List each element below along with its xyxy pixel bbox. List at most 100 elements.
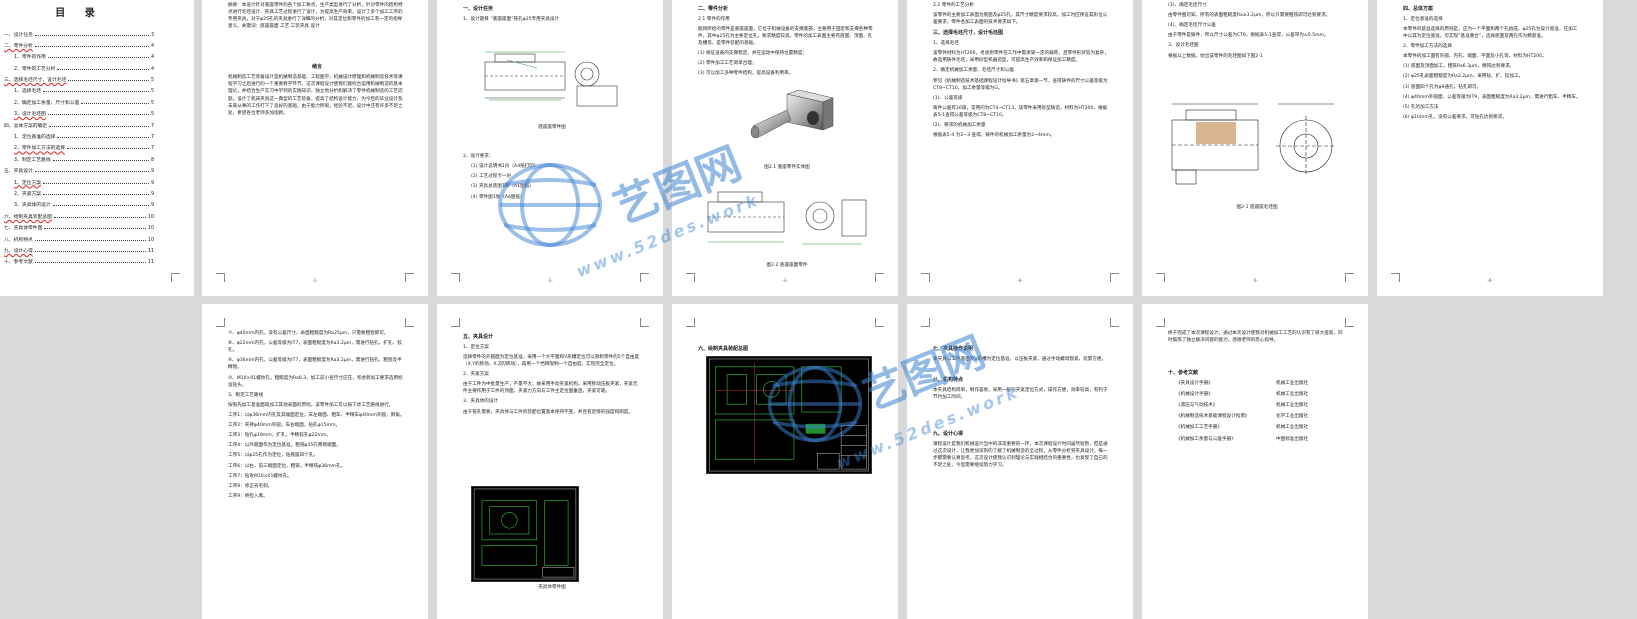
toc-entry[interactable]: 1、定位基准的选择 7 <box>4 134 154 145</box>
method-item: ⑦、φ40mm内孔，没有公差尺寸，表面粗糙度为Ra25μm，只需要粗镗即可。 <box>228 331 389 336</box>
task-subline: 1、设计题目 “底座座面”铣孔φ25专用夹具设计 <box>463 16 560 22</box>
toc-leader-dots <box>52 205 149 207</box>
reference-item: 《机械加工余量与公差手册》 中国标准出版社 <box>1168 436 1346 443</box>
reference-title: 《夹具设计手册》 <box>1176 380 1213 386</box>
page-number: -3- <box>782 277 788 283</box>
doc-page-analysis: 二、零件分析 2.1 零件的作用 题目所给的零件是底座座面，它位于机械设备的支撑… <box>672 0 898 296</box>
toc-entry[interactable]: 3、制定工艺路线 8 <box>4 157 154 168</box>
toc-entry[interactable]: 2、零件的工艺分析 4 <box>4 66 154 77</box>
toc-entry[interactable]: 3、设计毛坯图 5 <box>4 111 154 122</box>
toc-entry-label: 七、夹具体零件图 <box>4 226 43 232</box>
toc-entry-page: 9 <box>150 191 154 197</box>
toc-page: 目 录 一、设计任务 3 二、零件分析 4 1、零件的作用 4 2、零件的工艺分析 4 三、选择… <box>0 0 194 296</box>
method-item: (6) φ10mm孔，没有公差要求，可钻孔达到要求。 <box>1403 114 1507 120</box>
page-number: -6- <box>1487 277 1493 283</box>
body-text: 参见《机械制造技术基础课程设计指导书》第五章第一节，查得铸件的尺寸公差等级为CT… <box>933 78 1108 91</box>
doc-page-blank-drawing: (3)、确定毛坯尺寸 由零件图可知，所有的表面粗糙度Ra≥3.2μm，所以只需要… <box>1142 0 1368 296</box>
toc-entry[interactable]: 五、夹具设计 9 <box>4 168 154 179</box>
method-item: (5) 孔的加工方法 <box>1403 104 1439 110</box>
method-item: ⑨、φ36mm内孔，公差等级为IT7，表面粗糙度为Ra3.2μm，需进行钻孔、粗… <box>228 358 402 371</box>
process-step: 工序9：终检入库。 <box>228 493 268 499</box>
toc-entry[interactable]: 三、选择毛坯尺寸，设计毛坯 5 <box>4 77 154 88</box>
subsection-heading: 3、夹具体的设计 <box>463 399 499 405</box>
figure-caption: 底座座零件图 <box>538 125 566 130</box>
toc-leader-dots <box>53 216 146 218</box>
toc-entry-page: 4 <box>150 55 154 61</box>
toc-entry-label: 三、选择毛坯尺寸，设计毛坯 <box>4 78 67 84</box>
method-item: (1) 底面及顶面加工，粗铣Ra6.3μm，精铣达到要求。 <box>1403 64 1515 70</box>
toc-entry[interactable]: 二、零件分析 4 <box>4 43 154 54</box>
reference-publisher: 机械工业出版社 <box>1276 403 1309 409</box>
body-text: 本零件的加工面有外圆、内孔、端面、平面及小孔等，材料为HT200。 <box>1403 54 1547 60</box>
toc-leader-dots <box>43 91 149 93</box>
section-heading: 三、选择毛坯尺寸，设计毛坯图 <box>933 30 1004 37</box>
toc-entry[interactable]: 一、设计任务 3 <box>4 32 154 43</box>
reference-publisher: 机械工业出版社 <box>1276 380 1309 386</box>
toc-entry-page: 10 <box>147 214 154 220</box>
toc-entry[interactable]: 九、设计心得 11 <box>4 248 154 259</box>
body-text: 本零件的基准选择的原则是，应为一个平面和两个孔组成，φ25孔为设计基准，在加工中… <box>1403 26 1578 39</box>
subsection-heading: (3)、确定毛坯尺寸 <box>1168 3 1207 8</box>
toc-entry-label: 1、定位基准的选择 <box>14 135 56 141</box>
reference-item: 《液压与气动技术》 机械工业出版社 <box>1168 402 1346 409</box>
process-step: 工序4：以外圆面作为定位基准，粗铣φ25孔两侧端面。 <box>228 443 341 449</box>
subsection-heading: 1、定位方案 <box>463 344 489 350</box>
fixture-body-cad-drawing <box>471 486 579 582</box>
toc-leader-dots <box>34 171 149 173</box>
subsection-heading: 2.1 零件的作用 <box>698 16 730 22</box>
reference-title: 《机械加工工艺手册》 <box>1176 425 1222 431</box>
toc-entry-label: 二、零件分析 <box>4 43 33 49</box>
body-text: 根据以上数据，绘出该零件的毛坯图如下图2-1 <box>1168 53 1263 59</box>
function-list: (1) 保证设备的支撑稳定，并在运动中保持位置精度； (2) 零件加工工艺简单合理… <box>698 50 876 77</box>
toc-entry[interactable]: 1、定位方案 9 <box>4 180 154 191</box>
reference-item: 《机械设计手册》 机械工业出版社 <box>1168 391 1346 398</box>
method-list: ⑦、φ40mm内孔，没有公差尺寸，表面粗糙度为Ra25μm，只需要粗镗即可。 ⑧、… <box>228 330 406 389</box>
process-step: 工序5：以φ25孔作为定位，钻底座四个孔。 <box>228 453 318 459</box>
toc-entry[interactable]: 十、参考文献 11 <box>4 259 154 270</box>
toc-entry[interactable]: 六、绘制夹具装配总图 10 <box>4 214 154 225</box>
toc-entry-page: 5 <box>150 112 154 118</box>
process-step: 工序6：以右，前三端面定位，粗铣，半精铣φ36mm孔。 <box>228 463 346 469</box>
function-item: (2) 零件加工工艺简单合理； <box>698 61 757 67</box>
subsection-heading: 3、制定工艺路线 <box>228 392 264 398</box>
body-text: 铸件公差有16级，常用的为CT4~CT13，该零件采用砂型铸造，材料为HT200… <box>933 105 1108 118</box>
method-item: (4) φ40mm外圆面，公差等级为IT9，表面粗糙度为Ra3.2μm，需进行粗… <box>1403 94 1581 100</box>
toc-entry-label: 3、制定工艺路线 <box>14 157 51 163</box>
process-step: 工序7：钻攻M10×01螺纹孔。 <box>228 473 292 479</box>
toc-entry-label: 3、夹具体的设计 <box>14 203 51 209</box>
toc-entry[interactable]: 2、零件加工方法的选择 7 <box>4 145 154 156</box>
section-heading: 八、机构特点 <box>933 376 964 383</box>
toc-entry[interactable]: 2、确定加工余量、尺寸和公差 5 <box>4 100 154 111</box>
reference-publisher: 机械工业出版社 <box>1276 392 1309 398</box>
toc-entry-label: 四、总体方案的确定 <box>4 123 48 129</box>
subsection-heading: 1、选择毛坯 <box>933 41 959 47</box>
body-text: 本夹具结构简单，制作容易，采用一般的夹紧定位方式，操作方便，效率较高，有利于节约… <box>933 387 1108 400</box>
doc-page-blank-selection: 2.2 零件的工艺分析 该零件的主要加工表面为底面及φ25孔，其尺寸精度要求较高… <box>907 0 1133 296</box>
body-text: 由于工件为中批量生产，产量不大，故采用手动夹紧机构。采用移动压板夹紧，夹紧元件主… <box>463 382 638 395</box>
toc-entry-label: 一、设计任务 <box>4 32 33 38</box>
toc-entry[interactable]: 四、总体方案的确定 7 <box>4 123 154 134</box>
toc-entry-label: 2、零件加工方法的选择 <box>14 146 66 152</box>
toc-leader-dots <box>52 159 149 161</box>
toc-entry[interactable]: 七、夹具体零件图 10 <box>4 225 154 236</box>
subsection-heading: 3、设计毛坯图 <box>1168 43 1199 49</box>
toc-entry[interactable]: 1、选择毛坯 5 <box>4 88 154 99</box>
section-heading: 一、设计任务 <box>463 6 494 12</box>
toc-entry-page: 9 <box>150 203 154 209</box>
toc-leader-dots <box>34 239 146 241</box>
toc-entry[interactable]: 2、夹紧方案 9 <box>4 191 154 202</box>
body-text: 课程设计是我们机械设计当中的非常重要的一环，本次课程设计时间虽然短暂，但是通过这… <box>933 441 1108 468</box>
figure-caption: 图2.2 底座座面零件 <box>766 263 808 268</box>
toc-entry-page: 11 <box>147 248 154 254</box>
reference-item: 《机械加工工艺手册》 机械工业出版社 <box>1168 424 1346 431</box>
toc-entry-page: 8 <box>150 157 154 163</box>
process-step: 工序8：修正去毛刺。 <box>228 483 273 489</box>
blank-drawing <box>1171 103 1336 185</box>
toc-entry[interactable]: 八、机构特点 10 <box>4 237 154 248</box>
toc-entry-label: 2、夹紧方案 <box>14 191 42 197</box>
part-drawing <box>707 191 867 245</box>
toc-leader-dots <box>49 125 149 127</box>
toc-entry-label: 1、选择毛坯 <box>14 89 42 95</box>
toc-entry[interactable]: 1、零件的作用 4 <box>4 54 154 65</box>
toc-entry[interactable]: 3、夹具体的设计 9 <box>4 202 154 213</box>
